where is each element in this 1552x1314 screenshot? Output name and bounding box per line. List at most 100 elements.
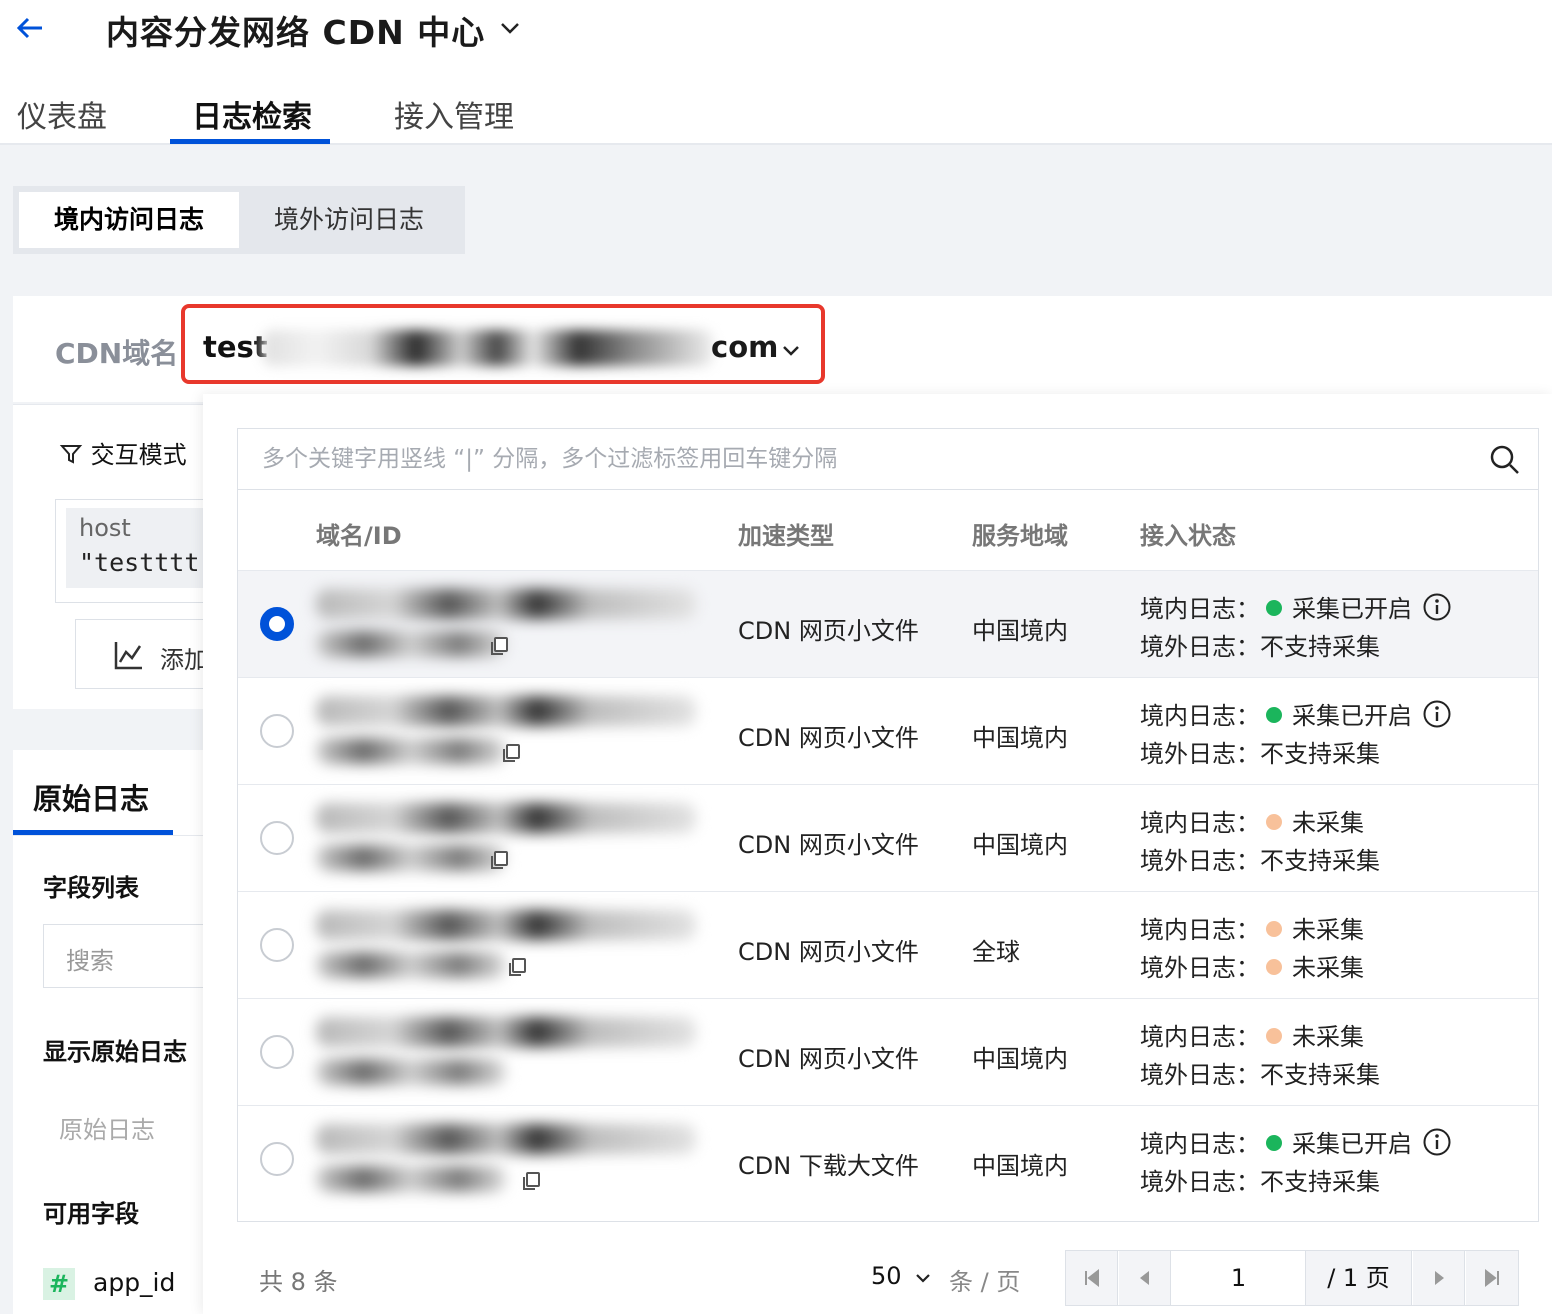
field-app-id[interactable]: app_id [93,1268,175,1297]
divider [13,835,203,836]
status-dot [1266,921,1282,937]
acceleration-type: CDN 网页小文件 [738,1045,919,1073]
field-search-input[interactable]: 搜索 [43,924,203,988]
overseas-label: 境外日志： [1140,1061,1260,1089]
redacted-domain-id [316,952,506,978]
top-bar: 内容分发网络 CDN 中心 仪表盘 日志检索 接入管理 [0,0,1552,145]
query-panel: 交互模式 host "testttt 添加 [13,404,216,709]
table-row[interactable]: CDN 网页小文件 中国境内 境内日志： 未采集 境外日志：不支持采集 [238,784,1538,891]
info-icon[interactable] [1422,1127,1452,1157]
raw-log-panel: 原始日志 字段列表 搜索 显示原始日志 原始日志 可用字段 # app_id [13,750,203,1314]
chevron-down-icon[interactable] [496,14,524,42]
total-pages: / 1 页 [1306,1251,1412,1305]
per-page-label: 条 / 页 [949,1268,1021,1296]
domestic-label: 境内日志： [1140,809,1260,837]
tab-dashboard[interactable]: 仪表盘 [17,92,107,136]
copy-icon[interactable] [488,635,510,657]
first-page-button[interactable] [1066,1251,1118,1305]
domestic-status: 境内日志： 采集已开启 [1140,696,1452,732]
info-icon[interactable] [1422,592,1452,622]
redacted-domain-name [316,803,696,833]
tab-raw-logs[interactable]: 原始日志 [33,776,149,818]
interactive-mode[interactable]: 交互模式 [59,435,187,470]
domestic-status-value: 未采集 [1292,809,1364,837]
table-row[interactable]: CDN 网页小文件 中国境内 境内日志： 采集已开启 境外日志：不支持采集 [238,570,1538,677]
domain-search-input[interactable] [238,429,1478,489]
table-row[interactable]: CDN 网页小文件 全球 境内日志： 未采集 境外日志： 未采集 [238,891,1538,998]
row-radio[interactable] [260,607,294,641]
filter-chip[interactable]: host "testttt [66,508,216,588]
table-row[interactable]: CDN 网页小文件 中国境内 境内日志： 采集已开启 境外日志：不支持采集 [238,677,1538,784]
domestic-status-value: 采集已开启 [1292,702,1412,730]
status-dot [1266,1028,1282,1044]
row-radio[interactable] [260,928,294,962]
tab-log-search[interactable]: 日志检索 [192,92,312,136]
tab-overseas-logs[interactable]: 境外访问日志 [239,192,459,248]
row-radio[interactable] [260,1035,294,1069]
domain-label: CDN域名 [55,337,179,370]
prev-page-icon [1140,1271,1149,1285]
redacted-domain [263,330,713,366]
domain-dropdown: 域名/ID 加速类型 服务地域 接入状态 CDN 网页小文件中国境内境内日志：采… [203,394,1552,1314]
filter-field: host [79,514,131,542]
copy-icon[interactable] [488,849,510,871]
redacted-domain-name [316,1017,696,1047]
acceleration-type: CDN 网页小文件 [738,724,919,752]
overseas-status-value: 不支持采集 [1260,633,1380,661]
domain-select[interactable]: test com [181,304,825,384]
info-icon[interactable] [1422,699,1452,729]
redacted-domain-name [316,589,696,619]
line-chart-icon [114,642,142,670]
overseas-label: 境外日志： [1140,740,1260,768]
last-page-button[interactable] [1466,1251,1518,1305]
overseas-status: 境外日志：不支持采集 [1140,841,1380,876]
copy-icon[interactable] [520,1170,542,1192]
overseas-label: 境外日志： [1140,954,1260,982]
back-arrow-icon[interactable] [10,8,50,48]
domain-table: 域名/ID 加速类型 服务地域 接入状态 CDN 网页小文件 中国境内 境内日志：采… [237,490,1539,1222]
row-radio[interactable] [260,714,294,748]
active-tab-underline [170,139,330,144]
overseas-status-value: 不支持采集 [1260,1168,1380,1196]
page-size-select[interactable]: 50 [871,1262,902,1290]
header-service-region: 服务地域 [972,522,1068,550]
redacted-domain-name [316,696,696,726]
domestic-status: 境内日志： 未采集 [1140,803,1364,838]
acceleration-type: CDN 网页小文件 [738,617,919,645]
header-acceleration-type: 加速类型 [738,522,834,550]
row-radio[interactable] [260,1142,294,1176]
copy-icon[interactable] [506,956,528,978]
next-page-icon [1435,1271,1444,1285]
app-title: 内容分发网络 CDN 中心 [106,13,486,52]
page-number-input[interactable] [1172,1251,1306,1305]
domestic-label: 境内日志： [1140,702,1260,730]
domestic-status: 境内日志： 未采集 [1140,910,1364,945]
table-row[interactable]: CDN 网页小文件 中国境内 境内日志： 未采集 境外日志：不支持采集 [238,998,1538,1105]
header-access-status: 接入状态 [1140,522,1236,550]
search-icon[interactable] [1488,443,1522,477]
row-radio[interactable] [260,821,294,855]
tab-domestic-logs[interactable]: 境内访问日志 [19,192,239,248]
table-row[interactable]: CDN 下载大文件 中国境内 境内日志： 采集已开启 境外日志：不支持采集 [238,1105,1538,1212]
raw-log-item[interactable]: 原始日志 [59,1110,155,1145]
domestic-status: 境内日志： 未采集 [1140,1017,1364,1052]
domestic-status-value: 未采集 [1292,916,1364,944]
overseas-status-value: 不支持采集 [1260,1061,1380,1089]
next-page-button[interactable] [1413,1251,1465,1305]
chevron-down-icon[interactable] [913,1268,933,1288]
domain-row: CDN域名 test com [13,296,1552,402]
domestic-status-value: 采集已开启 [1292,595,1412,623]
redacted-domain-name [316,910,696,940]
add-chart-button[interactable]: 添加 [75,619,215,689]
tab-access-management[interactable]: 接入管理 [394,92,514,136]
redacted-domain-name [316,1124,696,1154]
overseas-status: 境外日志：不支持采集 [1140,734,1380,769]
acceleration-type: CDN 网页小文件 [738,938,919,966]
status-dot [1266,707,1282,723]
redacted-domain-id [316,1166,506,1192]
prev-page-button[interactable] [1119,1251,1171,1305]
copy-icon[interactable] [500,742,522,764]
overseas-status: 境外日志：不支持采集 [1140,627,1380,662]
filter-value: "testttt [79,548,200,577]
interactive-mode-label: 交互模式 [90,441,187,469]
